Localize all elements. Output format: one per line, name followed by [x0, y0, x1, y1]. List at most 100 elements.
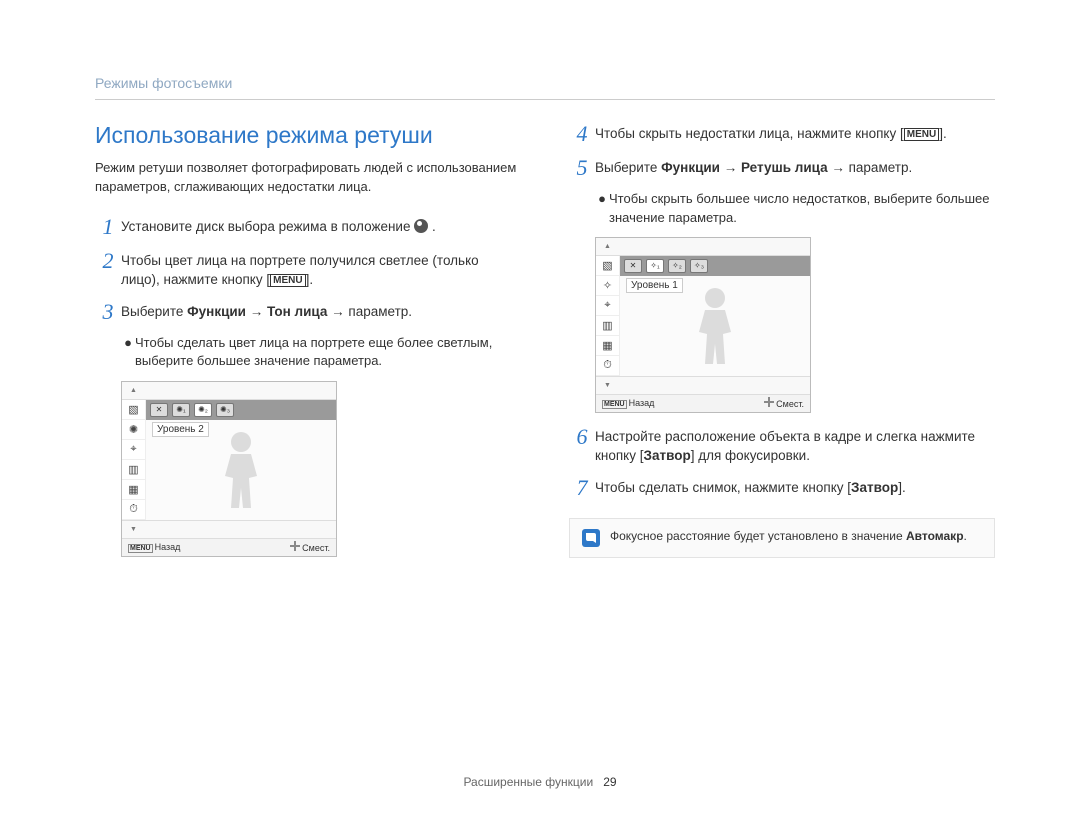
menu-key-icon: MENU — [602, 400, 627, 409]
level-off-icon: ✕ — [624, 259, 642, 273]
move-hint: Смест. — [290, 541, 330, 553]
person-silhouette-icon — [687, 286, 743, 372]
level-label: Уровень 2 — [152, 422, 209, 437]
lcd-preview: ✕ ✺₁ ✺₂ ✺₃ Уровень 2 — [146, 400, 336, 520]
lcd-main: ▧ ✺ ⌖ ▥ ▦ ⏱ ✕ ✺₁ ✺₂ ✺₃ У — [122, 400, 336, 520]
bullet-icon: ● — [595, 190, 609, 226]
face-tone-icon: ✺ — [122, 420, 145, 440]
shutter-label: Затвор — [644, 448, 691, 463]
step-body: Чтобы сделать снимок, нажмите кнопку [За… — [595, 476, 906, 500]
up-arrow-icon: ▲ — [604, 243, 611, 250]
face-detect-icon: ⌖ — [596, 296, 619, 316]
face-retouch-icon: ✧ — [596, 276, 619, 296]
resolution-icon: ▧ — [122, 400, 145, 420]
menu-path-functions: Функции — [187, 304, 246, 319]
step-suffix: → параметр. — [828, 160, 913, 175]
step-6: 6 Настройте расположение объекта в кадре… — [569, 425, 995, 466]
lcd-bottom-bar: MENUНазад Смест. — [596, 394, 810, 412]
content-columns: Использование режима ретуши Режим ретуши… — [95, 122, 995, 569]
metering-icon: ▥ — [122, 460, 145, 480]
step-number: 6 — [569, 425, 595, 466]
level-options-bar: ✕ ✧₁ ✧₂ ✧₃ — [620, 256, 810, 276]
step-body: Выберите Функции → Ретушь лица → парамет… — [595, 156, 912, 180]
step-3-bullet: ● Чтобы сделать цвет лица на портрете ещ… — [121, 334, 521, 370]
lcd-top-bar: ▲ — [122, 382, 336, 400]
step-number: 3 — [95, 300, 121, 324]
step-text-b: ]. — [898, 480, 906, 495]
lcd-side-icons: ▧ ✧ ⌖ ▥ ▦ ⏱ — [596, 256, 620, 376]
column-right: 4 Чтобы скрыть недостатки лица, нажмите … — [569, 122, 995, 569]
step-number: 4 — [569, 122, 595, 146]
step-5: 5 Выберите Функции → Ретушь лица → парам… — [569, 156, 995, 180]
menu-key-icon: MENU — [904, 128, 939, 141]
camera-lcd-face-retouch: ▲ ▧ ✧ ⌖ ▥ ▦ ⏱ ✕ ✧₁ ✧₂ — [595, 237, 811, 413]
step-7: 7 Чтобы сделать снимок, нажмите кнопку [… — [569, 476, 995, 500]
menu-path-face-retouch: Ретушь лица — [741, 160, 828, 175]
camera-lcd-face-tone: ▲ ▧ ✺ ⌖ ▥ ▦ ⏱ ✕ ✺₁ ✺₂ — [121, 381, 337, 557]
step-body: Чтобы скрыть недостатки лица, нажмите кн… — [595, 122, 947, 146]
step-3: 3 Выберите Функции → Тон лица → параметр… — [95, 300, 521, 324]
resolution-icon: ▧ — [596, 256, 619, 276]
step-suffix: → параметр. — [327, 304, 412, 319]
step-body: Выберите Функции → Тон лица → параметр. — [121, 300, 412, 324]
step-text-a: Чтобы скрыть недостатки лица, нажмите кн… — [595, 126, 904, 141]
page-footer: Расширенные функции 29 — [0, 775, 1080, 789]
down-arrow-icon: ▼ — [130, 526, 137, 533]
manual-page: Режимы фотосъемки Использование режима р… — [0, 0, 1080, 609]
level-label: Уровень 1 — [626, 278, 683, 293]
metering-icon: ▥ — [596, 316, 619, 336]
step-body: Настройте расположение объекта в кадре и… — [595, 425, 995, 466]
level-1-icon: ✧₁ — [646, 259, 664, 273]
menu-path-face-tone: Тон лица — [267, 304, 327, 319]
person-silhouette-icon — [213, 430, 269, 516]
back-hint: MENUНазад — [128, 542, 180, 552]
step-body: Чтобы цвет лица на портрете получился св… — [121, 249, 521, 290]
step-prefix: Выберите — [595, 160, 661, 175]
bullet-text: Чтобы скрыть большее число недостатков, … — [609, 190, 995, 226]
bullet-icon: ● — [121, 334, 135, 370]
drive-icon: ▦ — [596, 336, 619, 356]
menu-path-functions: Функции — [661, 160, 720, 175]
divider — [95, 99, 995, 100]
lcd-main: ▧ ✧ ⌖ ▥ ▦ ⏱ ✕ ✧₁ ✧₂ ✧₃ У — [596, 256, 810, 376]
step-4: 4 Чтобы скрыть недостатки лица, нажмите … — [569, 122, 995, 146]
down-arrow-icon: ▼ — [604, 382, 611, 389]
step-text-b: ]. — [306, 272, 314, 287]
note-text: Фокусное расстояние будет установлено в … — [610, 529, 967, 543]
menu-key-icon: MENU — [270, 274, 305, 287]
drive-icon: ▦ — [122, 480, 145, 500]
lcd-bottom-spacer: ▼ — [122, 520, 336, 538]
column-left: Использование режима ретуши Режим ретуши… — [95, 122, 521, 569]
step-body: Установите диск выбора режима в положени… — [121, 215, 436, 239]
shutter-label: Затвор — [851, 480, 898, 495]
level-2-icon: ✧₂ — [668, 259, 686, 273]
level-1-icon: ✺₁ — [172, 403, 190, 417]
timer-icon: ⏱ — [596, 356, 619, 376]
beauty-mode-dial-icon — [414, 219, 428, 233]
section-title: Использование режима ретуши — [95, 122, 521, 149]
auto-macro-label: Автомакр — [906, 529, 964, 543]
step-number: 2 — [95, 249, 121, 290]
breadcrumb: Режимы фотосъемки — [95, 75, 995, 91]
lcd-bottom-bar: MENUНазад Смест. — [122, 538, 336, 556]
step-2: 2 Чтобы цвет лица на портрете получился … — [95, 249, 521, 290]
lcd-top-bar: ▲ — [596, 238, 810, 256]
up-arrow-icon: ▲ — [130, 387, 137, 394]
footer-section: Расширенные функции — [463, 775, 593, 789]
level-3-icon: ✺₃ — [216, 403, 234, 417]
page-number: 29 — [603, 775, 616, 789]
step-1: 1 Установите диск выбора режима в положе… — [95, 215, 521, 239]
lcd-preview: ✕ ✧₁ ✧₂ ✧₃ Уровень 1 — [620, 256, 810, 376]
menu-key-icon: MENU — [128, 544, 153, 553]
intro-paragraph: Режим ретуши позволяет фотографировать л… — [95, 159, 521, 197]
step-text-b: ]. — [939, 126, 947, 141]
nav-cross-icon — [290, 541, 300, 551]
step-prefix: Выберите — [121, 304, 187, 319]
face-detect-icon: ⌖ — [122, 440, 145, 460]
note-box: Фокусное расстояние будет установлено в … — [569, 518, 995, 558]
step-text-b: ] для фокусировки. — [691, 448, 810, 463]
lcd-bottom-spacer: ▼ — [596, 376, 810, 394]
note-icon — [582, 529, 600, 547]
step-number: 5 — [569, 156, 595, 180]
bullet-text: Чтобы сделать цвет лица на портрете еще … — [135, 334, 521, 370]
